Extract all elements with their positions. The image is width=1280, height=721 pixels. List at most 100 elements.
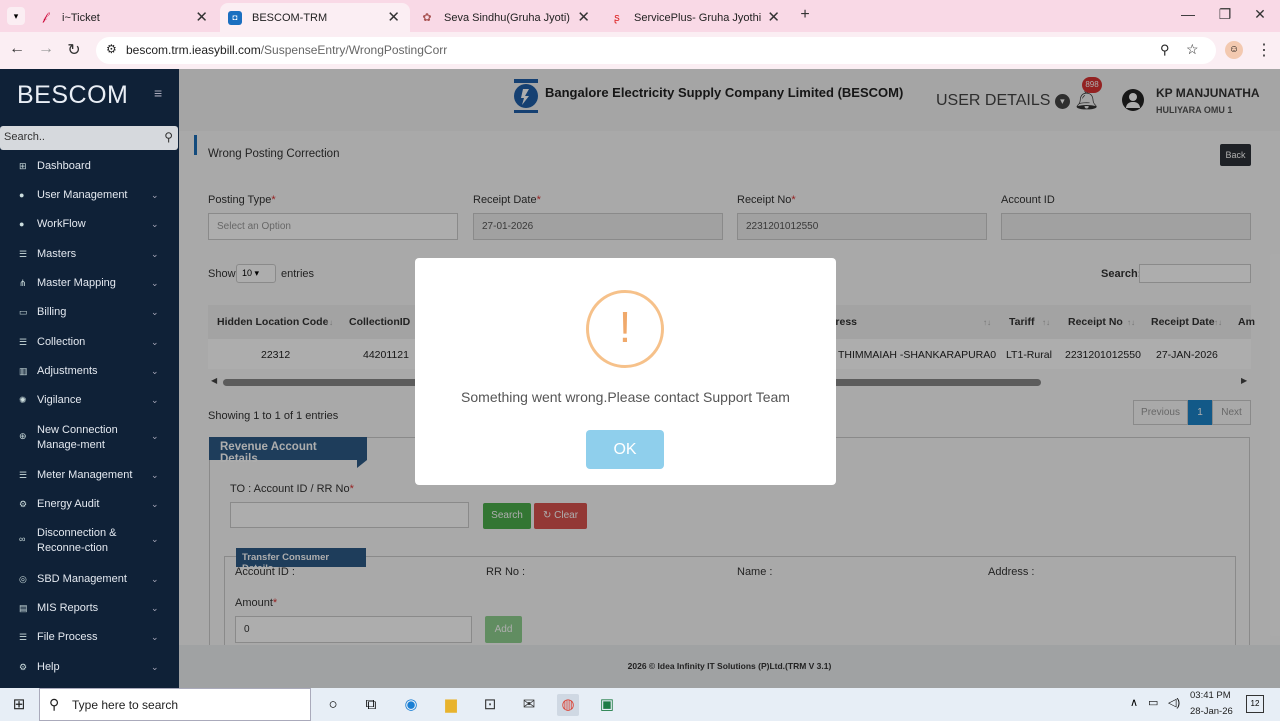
taskbar-search-input[interactable]: ⚲ Type here to search	[39, 688, 311, 721]
sidebar-item-adjustments[interactable]: ▥ Adjustments ⌄	[0, 364, 179, 384]
sidebar-item-label: Meter Management	[37, 469, 133, 481]
sidebar-item-file-process[interactable]: ☰ File Process ⌄	[0, 630, 179, 650]
minimize-icon[interactable]: —	[1178, 6, 1198, 22]
sidebar-item-label: Dashboard	[37, 160, 91, 172]
notification-center-icon[interactable]: 12	[1246, 695, 1264, 713]
sidebar-item-mis-reports[interactable]: ▤ MIS Reports ⌄	[0, 601, 179, 621]
tab-title: ServicePlus- Gruha Jyothi Schem	[634, 11, 764, 24]
reload-icon[interactable]: ↻	[64, 40, 84, 60]
serviceplus-icon: ʂ	[614, 11, 620, 24]
browser-tab-serviceplus[interactable]: ʂ ServicePlus- Gruha Jyothi Schem ✕	[602, 3, 790, 32]
sidebar-item-dashboard[interactable]: ⊞ Dashboard	[0, 159, 179, 179]
hamburger-icon[interactable]: ≡	[154, 85, 162, 101]
file-explorer-icon[interactable]: ▆	[440, 694, 462, 716]
chevron-down-icon: ⌄	[151, 307, 159, 317]
list-icon: ☰	[19, 470, 28, 480]
browser-tab-strip: ▾ 𝒻 i~Ticket ✕ ◘ BESCOM-TRM ✕ ✿ Seva Sin…	[0, 0, 1280, 32]
edge-icon[interactable]: ◉	[400, 694, 422, 716]
close-tab-icon[interactable]: ✕	[195, 8, 208, 26]
forward-icon[interactable]: →	[36, 40, 56, 58]
bar-chart-icon: ▤	[19, 603, 28, 613]
list-icon: ☰	[19, 632, 28, 642]
sidebar-item-label: Help	[37, 661, 60, 673]
sidebar-search-input[interactable]: Search.. ⚲	[0, 126, 178, 150]
windows-start-icon[interactable]: ⊞	[8, 694, 30, 716]
restore-icon[interactable]: ❐	[1215, 6, 1235, 23]
sidebar-item-meter-management[interactable]: ☰ Meter Management ⌄	[0, 468, 179, 488]
back-icon[interactable]: ←	[7, 40, 27, 58]
cortana-icon[interactable]: ○	[322, 694, 344, 716]
user-icon: ●	[19, 219, 25, 229]
chevron-down-icon: ⌄	[151, 278, 159, 288]
sidebar-item-help[interactable]: ⚙ Help ⌄	[0, 660, 179, 680]
search-icon[interactable]: ⚲	[164, 130, 173, 144]
sidebar-item-sbd-management[interactable]: ◎ SBD Management ⌄	[0, 572, 179, 592]
monitor-icon: ▭	[19, 307, 28, 317]
dashboard-icon: ⊞	[19, 161, 27, 171]
chevron-down-icon: ⌄	[151, 534, 159, 544]
emblem-icon: ✿	[422, 12, 432, 24]
list-icon: ☰	[19, 249, 28, 259]
search-icon: ⚲	[49, 696, 60, 712]
chevron-down-icon: ⌄	[151, 190, 159, 200]
sidebar: BESCOM ≡ Search.. ⚲ ⊞ Dashboard ● User Mana…	[0, 69, 179, 688]
browser-tab-bescom[interactable]: ◘ BESCOM-TRM ✕	[220, 3, 410, 32]
chevron-down-icon: ⌄	[151, 470, 159, 480]
tab-search-button[interactable]: ▾	[7, 7, 25, 25]
sidebar-item-vigilance[interactable]: ✺ Vigilance ⌄	[0, 393, 179, 413]
chevron-down-icon: ⌄	[151, 499, 159, 509]
chevron-down-icon: ⌄	[151, 662, 159, 672]
chrome-icon[interactable]: ◍	[557, 694, 579, 716]
search-placeholder: Search..	[4, 131, 45, 143]
site-info-icon[interactable]: ⚙	[106, 42, 117, 56]
sidebar-item-label: Collection	[37, 336, 86, 348]
clock-date[interactable]: 28-Jan-26	[1190, 706, 1233, 717]
sidebar-item-master-mapping[interactable]: ⋔ Master Mapping ⌄	[0, 276, 179, 296]
excel-icon[interactable]: ▣	[596, 694, 618, 716]
tray-chevron-icon[interactable]: ∧	[1130, 696, 1138, 709]
new-tab-button[interactable]: +	[795, 6, 815, 24]
error-dialog: ! Something went wrong.Please contact Su…	[415, 258, 836, 485]
error-message: Something went wrong.Please contact Supp…	[461, 389, 790, 405]
close-tab-icon[interactable]: ✕	[387, 8, 400, 26]
url-path: /SuspenseEntry/WrongPostingCorr	[260, 43, 448, 57]
sidebar-item-user-management[interactable]: ● User Management ⌄	[0, 188, 179, 208]
sidebar-item-collection[interactable]: ☰ Collection ⌄	[0, 335, 179, 355]
sidebar-item-disconnection-reconne-ction[interactable]: ∞ Disconnection & Reconne-ction ⌄	[0, 526, 179, 558]
more-menu-icon[interactable]: ⋮	[1254, 40, 1274, 60]
chart-icon: ▥	[19, 366, 28, 376]
gear-icon: ⚙	[19, 662, 28, 672]
chevron-down-icon: ⌄	[151, 603, 159, 613]
close-tab-icon[interactable]: ✕	[577, 8, 590, 26]
sidebar-item-workflow[interactable]: ● WorkFlow ⌄	[0, 217, 179, 237]
browser-toolbar: ← → ↻ ⚙ bescom.trm.ieasybill.com/Suspens…	[0, 32, 1280, 69]
sidebar-item-label: Billing	[37, 306, 67, 318]
sidebar-item-label: New Connection Manage-ment	[37, 424, 118, 451]
clock-time[interactable]: 03:41 PM	[1190, 690, 1231, 701]
ok-button[interactable]: OK	[586, 430, 664, 469]
mail-icon[interactable]: ✉	[518, 694, 540, 716]
task-view-icon[interactable]: ⧉	[360, 694, 382, 716]
network-icon[interactable]: ▭	[1148, 696, 1158, 709]
url-host: bescom.trm.ieasybill.com	[126, 43, 261, 57]
volume-icon[interactable]: ◁)	[1168, 696, 1180, 709]
database-icon: ◎	[19, 574, 27, 584]
windows-taskbar: ⊞ ⚲ Type here to search ○ ⧉ ◉ ▆ ⊡ ✉ ◍ ▣ …	[0, 688, 1280, 721]
notification-count: 12	[1250, 699, 1260, 708]
sidebar-item-energy-audit[interactable]: ⚙ Energy Audit ⌄	[0, 497, 179, 517]
browser-tab-iticket[interactable]: 𝒻 i~Ticket ✕	[30, 3, 218, 32]
sidebar-item-new-connection-manage-ment[interactable]: ⊕ New Connection Manage-ment ⌄	[0, 423, 179, 455]
close-window-icon[interactable]: ✕	[1250, 6, 1270, 23]
store-icon[interactable]: ⊡	[479, 694, 501, 716]
bescom-icon: ◘	[228, 10, 242, 25]
chevron-down-icon: ⌄	[151, 632, 159, 642]
zoom-icon[interactable]: ⚲	[1160, 42, 1170, 58]
gears-icon: ⚙	[19, 499, 28, 509]
sidebar-item-masters[interactable]: ☰ Masters ⌄	[0, 247, 179, 267]
browser-tab-sevasindhu[interactable]: ✿ Seva Sindhu(Gruha Jyoti) ✕	[412, 3, 600, 32]
address-bar[interactable]: ⚙ bescom.trm.ieasybill.com/SuspenseEntry…	[96, 37, 1216, 64]
profile-avatar-icon[interactable]: ☺	[1225, 41, 1243, 59]
bookmark-star-icon[interactable]: ☆	[1186, 41, 1199, 58]
sidebar-item-billing[interactable]: ▭ Billing ⌄	[0, 305, 179, 325]
close-tab-icon[interactable]: ✕	[767, 8, 780, 26]
